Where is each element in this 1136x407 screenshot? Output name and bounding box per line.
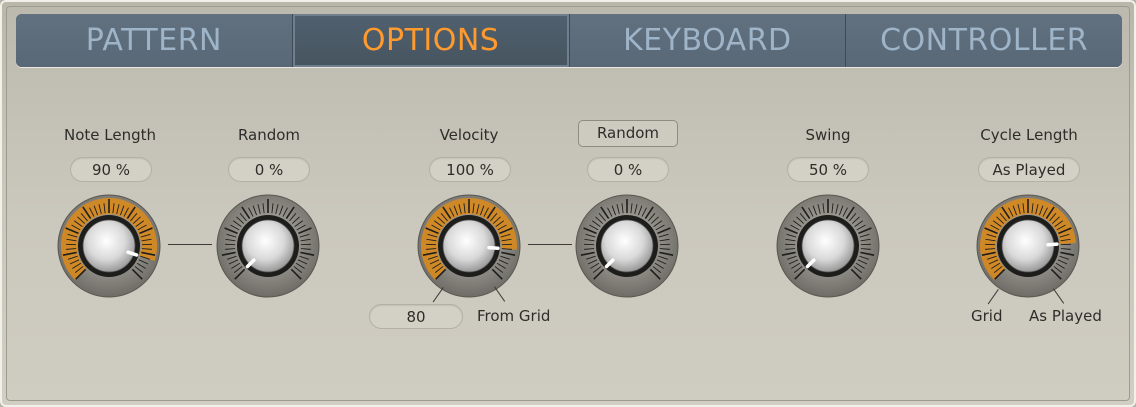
velocity-random-knob[interactable] [575, 194, 679, 298]
tab-controller[interactable]: CONTROLLER [846, 14, 1122, 67]
note-length-label: Note Length [63, 126, 156, 144]
velocity-value[interactable]: 100 % [429, 157, 511, 182]
cycle-length-value[interactable]: As Played [978, 157, 1080, 182]
cycle-length-label: Cycle Length [980, 126, 1078, 144]
velocity-random-button[interactable]: Random [578, 120, 678, 147]
swing-label: Swing [805, 126, 851, 144]
cycle-min-label: Grid [971, 307, 1003, 325]
velocity-knob[interactable] [417, 194, 521, 298]
link-line [168, 244, 212, 245]
knob-icon [417, 194, 521, 298]
note-length-value[interactable]: 90 % [70, 157, 152, 182]
cycle-max-label: As Played [1029, 307, 1102, 325]
velocity-random-value[interactable]: 0 % [587, 157, 669, 182]
knob-icon [575, 194, 679, 298]
knob-icon [57, 194, 161, 298]
tab-keyboard[interactable]: KEYBOARD [569, 14, 847, 67]
cycle-length-knob[interactable] [976, 194, 1080, 298]
tab-options[interactable]: OPTIONS [292, 14, 570, 67]
knob-icon [216, 194, 320, 298]
knob-icon [776, 194, 880, 298]
note-length-knob[interactable] [57, 194, 161, 298]
velocity-min-value[interactable]: 80 [369, 304, 463, 329]
note-length-random-value[interactable]: 0 % [228, 157, 310, 182]
tab-bar: PATTERN OPTIONS KEYBOARD CONTROLLER [16, 14, 1122, 67]
velocity-label: Velocity [439, 126, 499, 144]
options-panel: PATTERN OPTIONS KEYBOARD CONTROLLER Note… [0, 0, 1136, 407]
knob-icon [976, 194, 1080, 298]
note-length-random-knob[interactable] [216, 194, 320, 298]
link-line [528, 244, 572, 245]
swing-value[interactable]: 50 % [787, 157, 869, 182]
note-length-random-label: Random [237, 126, 301, 144]
velocity-max-label: From Grid [477, 307, 551, 325]
tab-pattern[interactable]: PATTERN [16, 14, 293, 67]
swing-knob[interactable] [776, 194, 880, 298]
